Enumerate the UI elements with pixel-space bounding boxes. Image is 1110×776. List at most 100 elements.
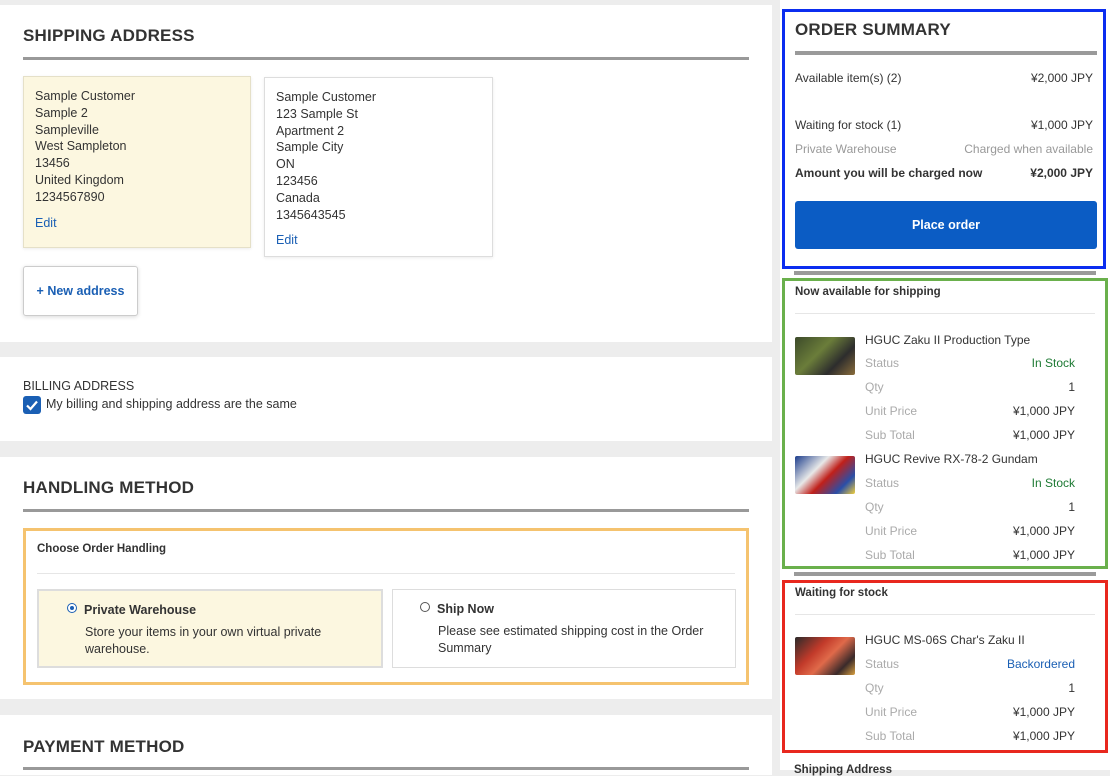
available-section: Now available for shipping HGUC Zaku II … bbox=[782, 278, 1108, 569]
option-desc: Store your items in your own virtual pri… bbox=[85, 625, 322, 656]
option-title: Ship Now bbox=[437, 602, 494, 616]
address-line: Sampleville bbox=[35, 122, 99, 137]
subtotal-value: ¥1,000 JPY bbox=[1012, 548, 1075, 562]
waiting-value: ¥1,000 JPY bbox=[1030, 118, 1093, 132]
handling-options-box: Choose Order Handling Private Warehouse … bbox=[23, 528, 749, 685]
option-ship-now[interactable]: Ship Now Please see estimated shipping c… bbox=[392, 589, 736, 668]
divider bbox=[795, 313, 1095, 314]
waiting-total-row: Waiting for stock (1) ¥1,000 JPY bbox=[795, 118, 1093, 132]
status-value: In Stock bbox=[1031, 476, 1075, 490]
radio-private-warehouse[interactable] bbox=[67, 603, 77, 613]
address-line: 123456 bbox=[276, 173, 318, 188]
option-title: Private Warehouse bbox=[84, 603, 197, 617]
shipping-address-heading-cutoff: Shipping Address bbox=[794, 764, 892, 776]
available-value: ¥2,000 JPY bbox=[1030, 71, 1093, 85]
unit-price-label: Unit Price bbox=[865, 404, 918, 418]
divider bbox=[795, 614, 1095, 615]
payment-method-panel: PAYMENT METHOD bbox=[0, 715, 772, 775]
warehouse-row: Private Warehouse Charged when available bbox=[795, 142, 1093, 156]
status-value: In Stock bbox=[1031, 356, 1075, 370]
available-total-row: Available item(s) (2) ¥2,000 JPY bbox=[795, 71, 1093, 85]
address-line: 1345643545 bbox=[276, 207, 346, 222]
qty-label: Qty bbox=[865, 500, 884, 514]
edit-address-link[interactable]: Edit bbox=[35, 215, 239, 232]
order-summary-column: ORDER SUMMARY Available item(s) (2) ¥2,0… bbox=[780, 0, 1110, 776]
same-address-checkbox[interactable] bbox=[23, 396, 41, 414]
address-line: Apartment 2 bbox=[276, 123, 345, 138]
divider bbox=[37, 573, 735, 574]
address-line: 13456 bbox=[35, 156, 70, 171]
address-line: Sample 2 bbox=[35, 105, 88, 120]
qty-value: 1 bbox=[1068, 380, 1075, 394]
product-name[interactable]: HGUC MS-06S Char's Zaku II bbox=[865, 633, 1025, 647]
cart-item: HGUC Zaku II Production Type Status In St… bbox=[785, 333, 1105, 445]
address-line: West Sampleton bbox=[35, 139, 127, 154]
product-name[interactable]: HGUC Revive RX-78-2 Gundam bbox=[865, 452, 1038, 466]
choose-handling-label: Choose Order Handling bbox=[37, 543, 167, 555]
subtotal-label: Sub Total bbox=[865, 428, 915, 442]
address-line: ON bbox=[276, 157, 295, 172]
checkout-main: SHIPPING ADDRESS Sample Customer Sample … bbox=[0, 0, 772, 775]
address-card[interactable]: Sample Customer 123 Sample St Apartment … bbox=[264, 77, 493, 257]
unit-price-label: Unit Price bbox=[865, 524, 918, 538]
product-thumbnail[interactable] bbox=[795, 637, 855, 675]
summary-title: ORDER SUMMARY bbox=[795, 20, 951, 39]
charged-now-row: Amount you will be charged now ¥2,000 JP… bbox=[795, 166, 1093, 180]
subtotal-value: ¥1,000 JPY bbox=[1012, 729, 1075, 743]
subtotal-value: ¥1,000 JPY bbox=[1012, 428, 1075, 442]
address-line: Sample Customer bbox=[276, 90, 377, 104]
new-address-button[interactable]: + New address bbox=[23, 266, 138, 316]
payment-title: PAYMENT METHOD bbox=[23, 737, 185, 756]
status-label: Status bbox=[865, 476, 900, 490]
address-line: Sample City bbox=[276, 140, 344, 155]
address-line: Sample Customer bbox=[35, 89, 136, 103]
same-address-label: My billing and shipping address are the … bbox=[46, 397, 297, 411]
qty-value: 1 bbox=[1068, 500, 1075, 514]
divider bbox=[795, 51, 1097, 55]
unit-price-label: Unit Price bbox=[865, 705, 918, 719]
address-line: Canada bbox=[276, 190, 320, 205]
waiting-section: Waiting for stock HGUC MS-06S Char's Zak… bbox=[782, 580, 1108, 753]
unit-price-value: ¥1,000 JPY bbox=[1012, 524, 1075, 538]
available-label: Available item(s) (2) bbox=[795, 71, 902, 85]
order-summary-box: ORDER SUMMARY Available item(s) (2) ¥2,0… bbox=[782, 9, 1106, 269]
address-card-selected[interactable]: Sample Customer Sample 2 Sampleville Wes… bbox=[23, 76, 251, 248]
billing-title: BILLING ADDRESS bbox=[23, 379, 135, 393]
subtotal-label: Sub Total bbox=[865, 729, 915, 743]
unit-price-value: ¥1,000 JPY bbox=[1012, 705, 1075, 719]
option-desc: Please see estimated shipping cost in th… bbox=[438, 624, 704, 655]
product-thumbnail[interactable] bbox=[795, 456, 855, 494]
divider bbox=[23, 57, 749, 60]
status-label: Status bbox=[865, 356, 900, 370]
option-private-warehouse[interactable]: Private Warehouse Store your items in yo… bbox=[37, 589, 383, 668]
charged-label: Amount you will be charged now bbox=[795, 166, 983, 180]
checkmark-icon bbox=[26, 400, 38, 411]
warehouse-label: Private Warehouse bbox=[795, 142, 897, 156]
charged-value: ¥2,000 JPY bbox=[1030, 166, 1093, 180]
product-thumbnail[interactable] bbox=[795, 337, 855, 375]
radio-ship-now[interactable] bbox=[420, 602, 430, 612]
address-line: United Kingdom bbox=[35, 172, 124, 187]
shipping-address-panel: SHIPPING ADDRESS Sample Customer Sample … bbox=[0, 5, 772, 342]
handling-title: HANDLING METHOD bbox=[23, 478, 195, 497]
place-order-button[interactable]: Place order bbox=[795, 201, 1097, 249]
qty-label: Qty bbox=[865, 681, 884, 695]
status-value: Backordered bbox=[1006, 657, 1075, 671]
status-label: Status bbox=[865, 657, 900, 671]
divider bbox=[794, 271, 1096, 275]
qty-label: Qty bbox=[865, 380, 884, 394]
cart-item: HGUC Revive RX-78-2 Gundam Status In Stoc… bbox=[785, 452, 1105, 564]
product-name[interactable]: HGUC Zaku II Production Type bbox=[865, 333, 1030, 347]
available-section-title: Now available for shipping bbox=[795, 286, 941, 298]
waiting-section-title: Waiting for stock bbox=[795, 587, 888, 599]
divider bbox=[794, 572, 1096, 576]
qty-value: 1 bbox=[1068, 681, 1075, 695]
waiting-label: Waiting for stock (1) bbox=[795, 118, 902, 132]
divider bbox=[23, 509, 749, 512]
address-line: 123 Sample St bbox=[276, 106, 358, 121]
cart-item: HGUC MS-06S Char's Zaku II Status Backord… bbox=[785, 633, 1105, 745]
billing-address-panel: BILLING ADDRESS My billing and shipping … bbox=[0, 357, 772, 441]
address-line: 1234567890 bbox=[35, 189, 105, 204]
edit-address-link[interactable]: Edit bbox=[276, 232, 481, 249]
warehouse-value: Charged when available bbox=[964, 142, 1093, 156]
